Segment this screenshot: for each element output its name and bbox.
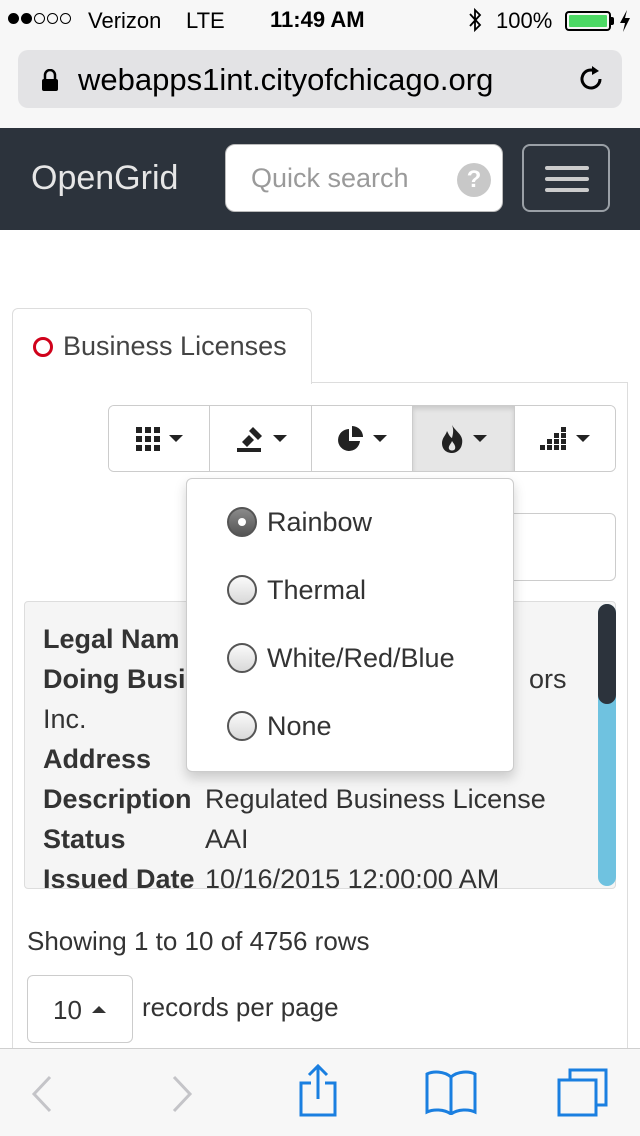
stamp-button[interactable] (210, 406, 312, 471)
record-row: Legal Nam (43, 624, 180, 655)
field-value: Inc. (43, 704, 87, 734)
field-value: AAI (205, 824, 249, 854)
pagination-info: Showing 1 to 10 of 4756 rows (27, 926, 370, 956)
heatmap-option-white-red-blue[interactable]: White/Red/Blue (227, 638, 455, 678)
heatmap-style-menu: Rainbow Thermal White/Red/Blue None (186, 478, 514, 772)
option-label: Thermal (267, 574, 367, 605)
record-row: Inc. (43, 704, 87, 735)
heatmap-option-none[interactable]: None (227, 706, 332, 746)
charging-icon (620, 10, 630, 32)
status-bar: Verizon LTE 11:49 AM 100% (0, 0, 640, 40)
radio-button[interactable] (227, 711, 257, 741)
address-bar[interactable]: webapps1int.cityofchicago.org (18, 50, 622, 108)
status-ring-icon (33, 337, 53, 357)
radio-button[interactable] (227, 643, 257, 673)
bluetooth-icon (469, 7, 482, 33)
forward-icon[interactable] (170, 1075, 194, 1113)
grid-view-button[interactable] (109, 406, 211, 471)
card-scrollbar-thumb[interactable] (598, 604, 616, 704)
field-label: Doing Busi (43, 664, 186, 694)
caret-up-icon (92, 1006, 106, 1013)
option-label: None (267, 710, 332, 741)
field-label: Issued Date (43, 864, 195, 889)
reload-icon[interactable] (576, 64, 606, 94)
help-icon[interactable]: ? (457, 163, 491, 197)
heatmap-option-thermal[interactable]: Thermal (227, 570, 366, 610)
page-size-select[interactable]: 10 (27, 975, 133, 1043)
quick-search-input[interactable]: Quick search ? (225, 144, 503, 212)
field-value: ors (529, 664, 567, 694)
share-icon[interactable] (298, 1063, 338, 1117)
record-row: Description Regulated Business License (43, 784, 546, 815)
radio-button[interactable] (227, 575, 257, 605)
record-row: Issued Date 10/16/2015 12:00:00 AM (43, 864, 499, 889)
menu-toggle-button[interactable] (522, 144, 610, 212)
grid-icon (136, 426, 161, 451)
bar-chart-button[interactable] (514, 406, 615, 471)
browser-address-area: webapps1int.cityofchicago.org (0, 40, 640, 128)
tab-business-licenses[interactable]: Business Licenses (12, 308, 312, 384)
signal-strength-icon (8, 13, 71, 24)
records-per-page-label: records per page (142, 992, 339, 1022)
pie-chart-button[interactable] (311, 406, 414, 471)
browser-toolbar (0, 1048, 640, 1136)
back-icon[interactable] (30, 1075, 54, 1113)
app-navbar: OpenGrid Quick search ? (0, 128, 640, 230)
field-label: Description (43, 784, 192, 814)
layer-toolbar (108, 405, 616, 472)
option-label: Rainbow (267, 506, 373, 537)
field-label: Status (43, 824, 126, 854)
url-text: webapps1int.cityofchicago.org (78, 62, 494, 97)
battery-percentage: 100% (496, 8, 553, 33)
search-placeholder: Quick search (251, 163, 409, 193)
tabs-icon[interactable] (556, 1067, 610, 1117)
page-size-value: 10 (53, 995, 82, 1025)
lock-icon (42, 69, 58, 91)
bookmarks-icon[interactable] (424, 1069, 478, 1115)
heatmap-option-rainbow[interactable]: Rainbow (227, 502, 372, 542)
brand-logo[interactable]: OpenGrid (31, 159, 178, 198)
field-label: Legal Nam (43, 624, 180, 654)
record-row: Doing Busi ors (43, 664, 567, 695)
clock: 11:49 AM (270, 7, 365, 32)
bar-chart-icon (539, 426, 566, 450)
network-type: LTE (186, 8, 225, 33)
pie-chart-icon (338, 425, 364, 451)
record-row: Address (43, 744, 151, 775)
carrier-name: Verizon (88, 8, 162, 33)
fire-icon (442, 424, 463, 453)
record-row: Status AAI (43, 824, 249, 855)
field-label: Address (43, 744, 152, 774)
field-value: 10/16/2015 12:00:00 AM (205, 864, 500, 889)
radio-button[interactable] (227, 507, 257, 537)
battery-icon (565, 11, 611, 31)
tab-label: Business Licenses (63, 331, 287, 361)
stamp-icon (236, 426, 262, 452)
option-label: White/Red/Blue (267, 642, 455, 673)
field-value: Regulated Business License (205, 784, 546, 814)
heatmap-button[interactable] (413, 406, 515, 471)
